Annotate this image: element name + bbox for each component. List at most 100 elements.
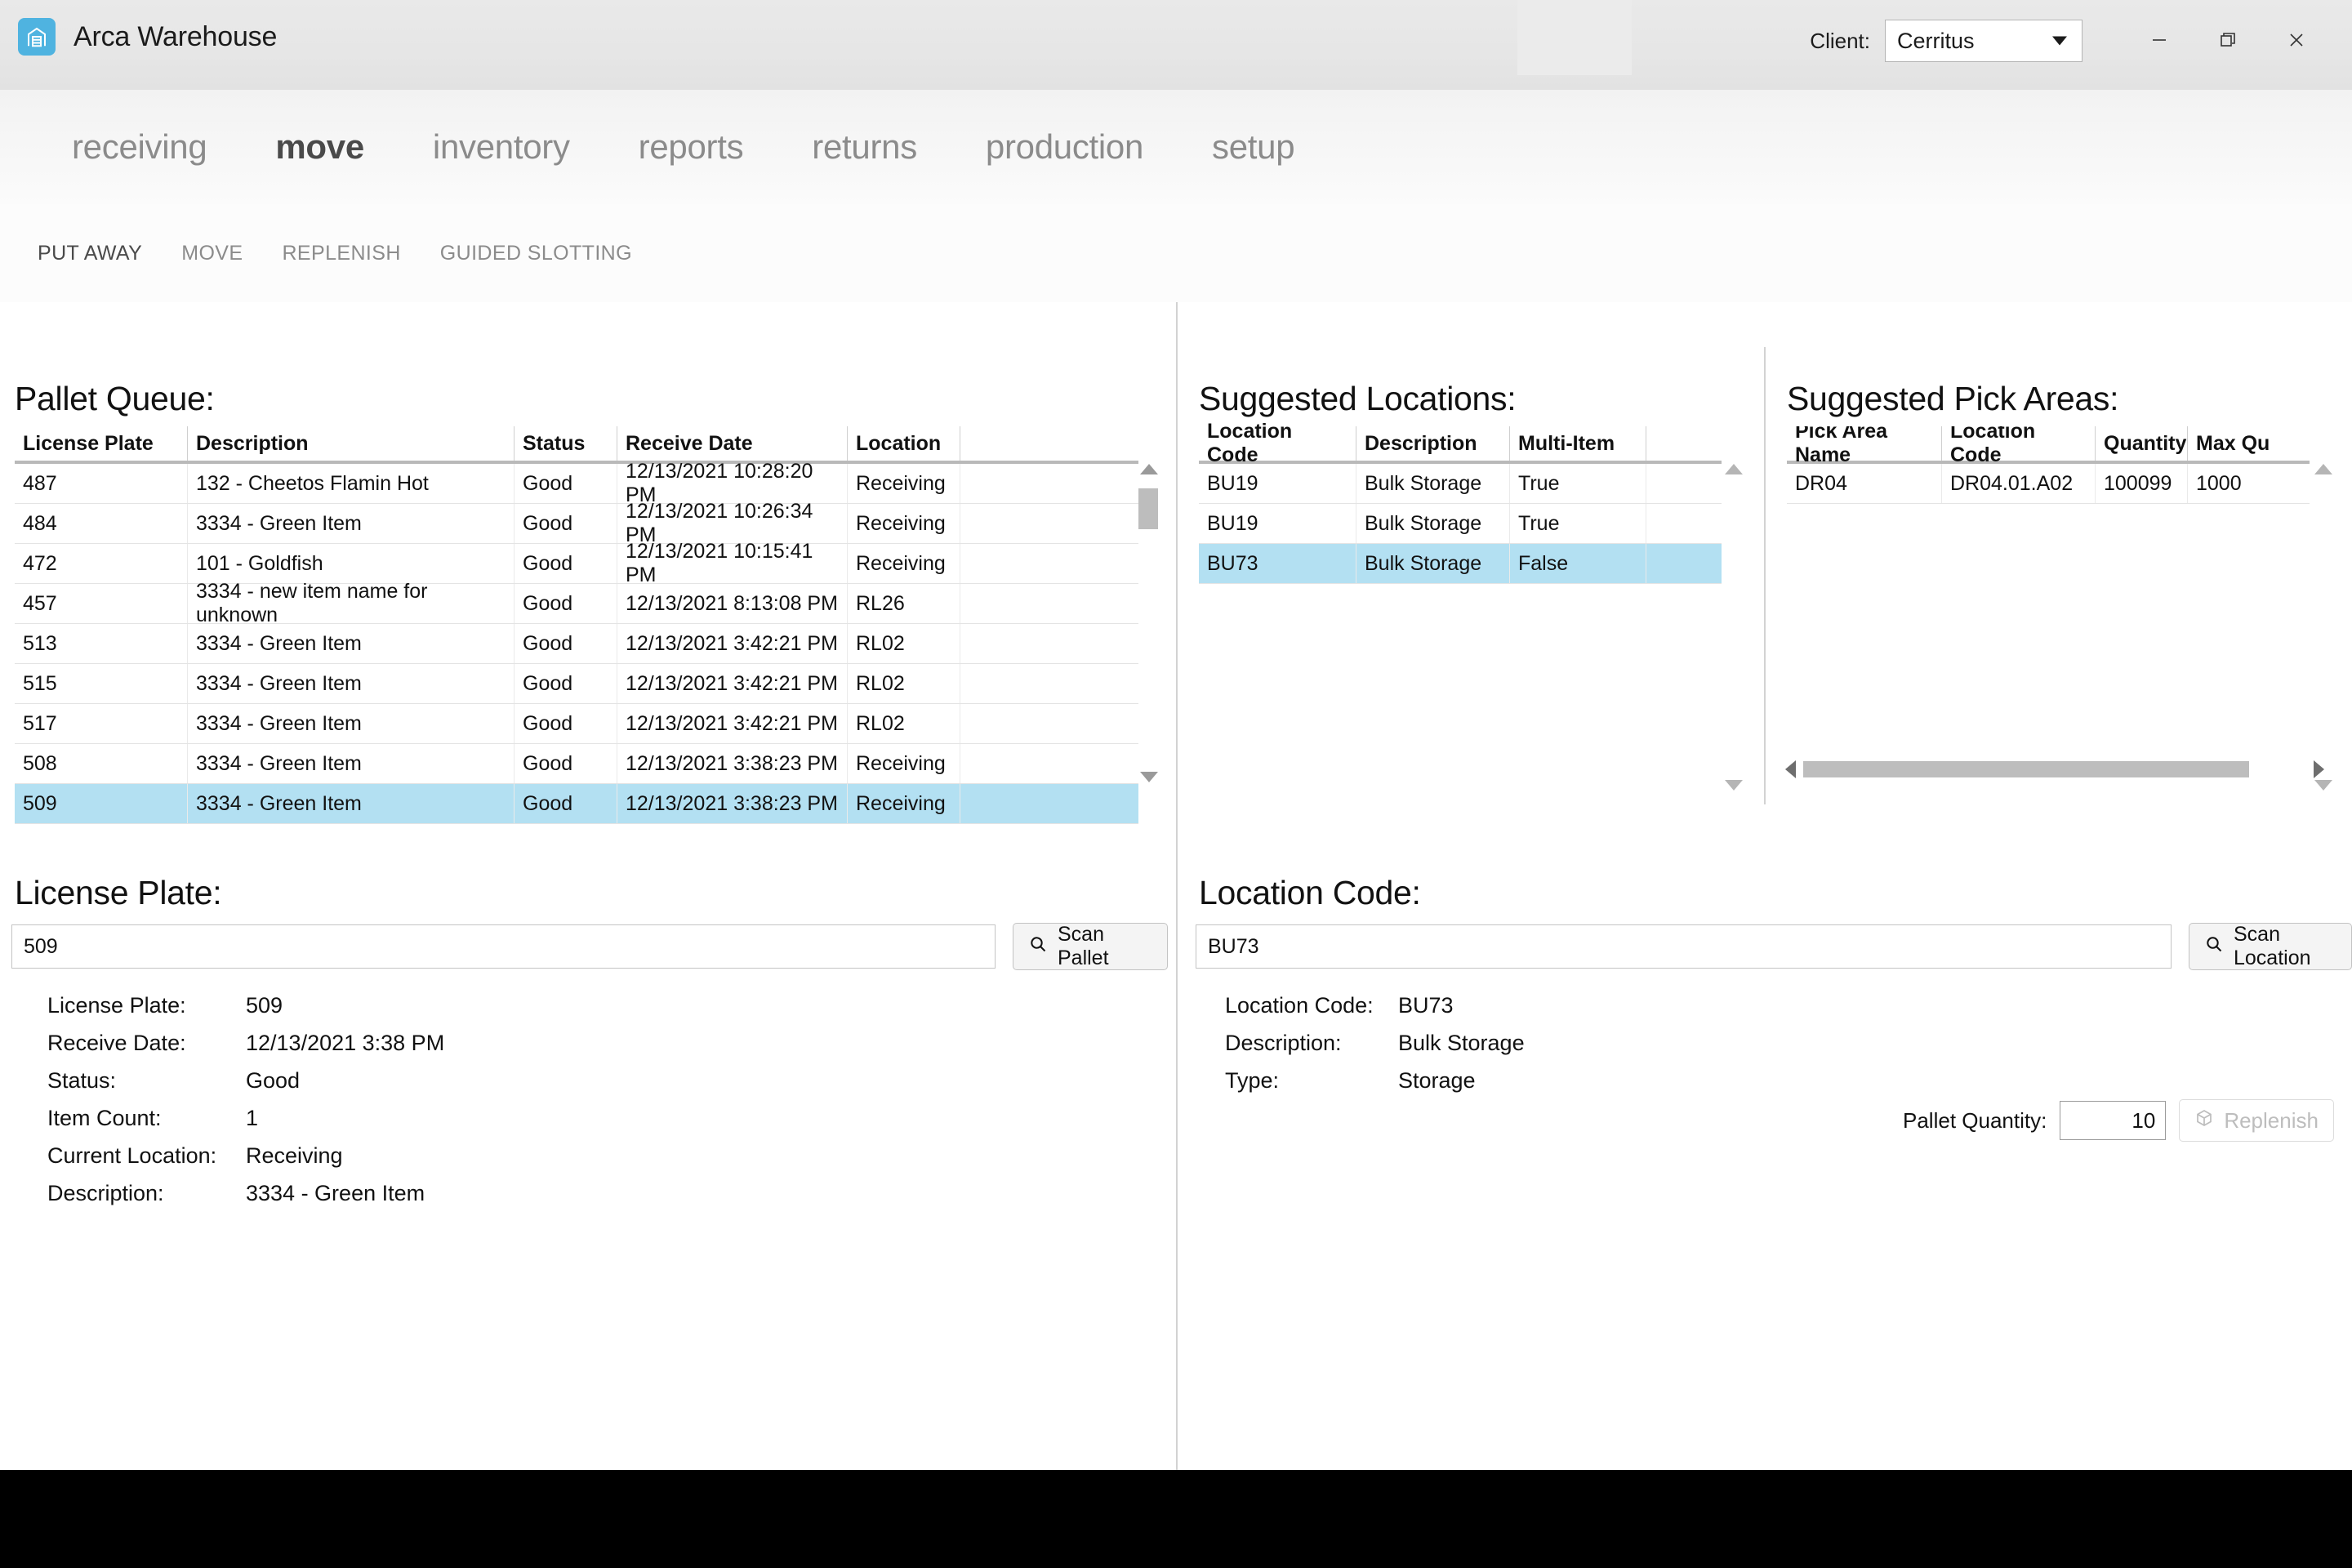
location-code-input[interactable]: BU73 [1196, 924, 2172, 969]
column-header-description[interactable]: Description [188, 426, 514, 461]
scroll-right-icon[interactable] [2314, 760, 2324, 778]
table-row[interactable]: DR04 DR04.01.A02 100099 1000 [1787, 464, 2310, 504]
pallet-quantity-input[interactable]: 10 [2060, 1101, 2167, 1140]
cell-spacer [960, 584, 1138, 623]
suggested-locations-grid: Location Code Description Multi-Item BU1… [1199, 420, 1722, 584]
column-header-license-plate[interactable]: License Plate [15, 426, 188, 461]
table-row[interactable]: 487 132 - Cheetos Flamin Hot Good 12/13/… [15, 460, 1138, 506]
cell-receive-date: 12/13/2021 10:26:34 PM [617, 500, 848, 546]
main-navigation: receiving move inventory reports returns… [0, 90, 2352, 204]
cell-status: Good [514, 464, 617, 503]
scan-pallet-button[interactable]: Scan Pallet [1013, 923, 1168, 970]
column-header-spacer[interactable] [960, 426, 1138, 461]
pallet-queue-scrollbar[interactable] [1138, 464, 1160, 782]
nav-item-returns[interactable]: returns [777, 130, 951, 164]
scan-location-label: Scan Location [2234, 923, 2311, 969]
client-dropdown[interactable]: Cerritus [1885, 20, 2082, 62]
cell-receive-date: 12/13/2021 3:42:21 PM [617, 704, 848, 743]
scroll-thumb[interactable] [1138, 488, 1158, 529]
detail-row-description: Description: Bulk Storage [1225, 1024, 1960, 1062]
scroll-left-icon[interactable] [1785, 760, 1796, 778]
table-row[interactable]: BU73 Bulk Storage False [1199, 544, 1722, 584]
cell-multi-item: False [1510, 544, 1646, 583]
tab-replenish[interactable]: REPLENISH [262, 242, 420, 265]
scan-location-button[interactable]: Scan Location [2189, 923, 2352, 970]
column-header-receive-date[interactable]: Receive Date [617, 426, 848, 461]
cell-spacer [960, 664, 1138, 703]
column-header-multi-item[interactable]: Multi-Item [1510, 426, 1646, 461]
tab-move[interactable]: MOVE [162, 242, 262, 265]
table-row[interactable]: 508 3334 - Green Item Good 12/13/2021 3:… [15, 744, 1138, 784]
scroll-up-icon[interactable] [1140, 464, 1158, 474]
pallet-quantity-group: Pallet Quantity: 10 Replenish [1903, 1099, 2334, 1142]
table-row[interactable]: 457 3334 - new item name for unknown Goo… [15, 580, 1138, 626]
column-header-description[interactable]: Description [1356, 426, 1510, 461]
scroll-down-icon[interactable] [1140, 772, 1158, 782]
cell-license-plate: 509 [15, 784, 188, 823]
scroll-up-icon[interactable] [2314, 464, 2332, 474]
cell-spacer [1646, 464, 1722, 503]
detail-key: Description: [1225, 1030, 1342, 1055]
close-button[interactable] [2262, 16, 2331, 64]
cell-location-code: BU73 [1199, 544, 1356, 583]
cell-spacer [960, 744, 1138, 783]
cell-location: RL02 [848, 624, 960, 663]
column-header-status[interactable]: Status [514, 426, 617, 461]
cell-spacer [1646, 544, 1722, 583]
nav-item-production[interactable]: production [951, 130, 1178, 164]
cell-license-plate: 508 [15, 744, 188, 783]
table-row[interactable]: 484 3334 - Green Item Good 12/13/2021 10… [15, 500, 1138, 546]
suggested-pick-areas-hscrollbar[interactable] [1785, 760, 2324, 781]
restore-button[interactable] [2194, 16, 2262, 64]
detail-value: Bulk Storage [1398, 1030, 1525, 1055]
table-row[interactable]: 517 3334 - Green Item Good 12/13/2021 3:… [15, 704, 1138, 744]
table-row[interactable]: 515 3334 - Green Item Good 12/13/2021 3:… [15, 664, 1138, 704]
column-header-quantity[interactable]: Quantity [2096, 426, 2188, 461]
replenish-button[interactable]: Replenish [2179, 1099, 2334, 1142]
scroll-thumb[interactable] [1803, 761, 2249, 777]
cell-description: 3334 - Green Item [188, 784, 514, 823]
column-header-location-code[interactable]: Location Code [1942, 426, 2096, 466]
cell-location: Receiving [848, 544, 960, 583]
table-row[interactable]: 513 3334 - Green Item Good 12/13/2021 3:… [15, 624, 1138, 664]
detail-row-location-code: Location Code: BU73 [1225, 987, 1960, 1024]
nav-item-receiving[interactable]: receiving [38, 130, 241, 164]
column-header-location[interactable]: Location [848, 426, 960, 461]
column-header-pick-area-name[interactable]: Pick Area Name [1787, 426, 1942, 466]
tab-guided-slotting[interactable]: GUIDED SLOTTING [421, 242, 652, 265]
column-header-max-quantity[interactable]: Max Qu [2188, 426, 2310, 461]
scroll-down-icon[interactable] [1725, 780, 1743, 791]
column-header-location-code[interactable]: Location Code [1199, 420, 1356, 466]
bottom-bar [0, 1470, 2352, 1568]
cell-receive-date: 12/13/2021 8:13:08 PM [617, 584, 848, 623]
cell-license-plate: 513 [15, 624, 188, 663]
tab-put-away[interactable]: PUT AWAY [18, 242, 162, 265]
nav-item-setup[interactable]: setup [1178, 130, 1329, 164]
suggested-pick-areas-vscrollbar[interactable] [2313, 464, 2334, 791]
cell-license-plate: 472 [15, 544, 188, 583]
license-plate-input[interactable]: 509 [11, 924, 996, 969]
cell-spacer [960, 544, 1138, 583]
cell-location-code: DR04.01.A02 [1942, 464, 2096, 503]
cell-status: Good [514, 664, 617, 703]
cell-description: 3334 - Green Item [188, 704, 514, 743]
chevron-down-icon [2052, 36, 2067, 46]
table-row[interactable]: BU19 Bulk Storage True [1199, 464, 1722, 504]
detail-value: 3334 - Green Item [246, 1180, 425, 1205]
nav-item-inventory[interactable]: inventory [399, 130, 604, 164]
suggested-locations-scrollbar[interactable] [1723, 464, 1744, 791]
cell-license-plate: 487 [15, 464, 188, 503]
column-header-spacer[interactable] [1646, 426, 1722, 461]
nav-item-move[interactable]: move [241, 130, 399, 164]
table-row[interactable]: 509 3334 - Green Item Good 12/13/2021 3:… [15, 784, 1138, 824]
title-bar: Arca Warehouse Client: Cerritus [0, 0, 2352, 90]
nav-item-reports[interactable]: reports [604, 130, 778, 164]
scroll-up-icon[interactable] [1725, 464, 1743, 474]
cell-license-plate: 484 [15, 504, 188, 543]
minimize-button[interactable] [2125, 16, 2194, 64]
scroll-down-icon[interactable] [2314, 780, 2332, 791]
detail-value: 1 [246, 1105, 259, 1130]
table-row[interactable]: 472 101 - Goldfish Good 12/13/2021 10:15… [15, 540, 1138, 586]
cell-status: Good [514, 584, 617, 623]
table-row[interactable]: BU19 Bulk Storage True [1199, 504, 1722, 544]
